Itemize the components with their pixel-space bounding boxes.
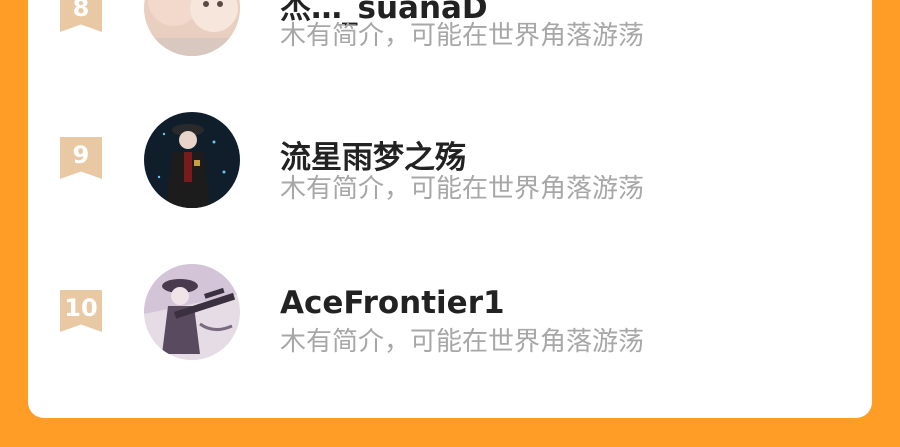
user-name[interactable]: AceFrontier1 <box>280 285 505 321</box>
baby-photo-avatar-icon <box>144 0 240 56</box>
rank-badge: 8 <box>60 0 102 32</box>
rank-badge: 10 <box>60 290 102 332</box>
ranking-list-card: 8 杰…_suanaD 木有简介，可能在世界角落游荡 9 流星雨梦之殇 木有简介… <box>28 0 872 418</box>
rank-number: 8 <box>72 0 90 22</box>
rank-number: 9 <box>72 141 90 169</box>
list-item[interactable]: 9 流星雨梦之殇 木有简介，可能在世界角落游荡 <box>28 110 872 210</box>
user-bio: 木有简介，可能在世界角落游荡 <box>280 327 645 357</box>
user-bio: 木有简介，可能在世界角落游荡 <box>280 174 645 204</box>
rank-number: 10 <box>64 294 98 322</box>
avatar[interactable] <box>144 264 240 360</box>
anime-gunner-avatar-icon <box>144 264 240 360</box>
avatar[interactable] <box>144 112 240 208</box>
anime-officer-avatar-icon <box>144 112 240 208</box>
rank-badge: 9 <box>60 137 102 179</box>
avatar[interactable] <box>144 0 240 56</box>
user-bio: 木有简介，可能在世界角落游荡 <box>280 21 645 51</box>
list-item[interactable]: 8 杰…_suanaD 木有简介，可能在世界角落游荡 <box>28 0 872 60</box>
list-item[interactable]: 10 AceFrontier1 木有简介，可能在世界角落游荡 <box>28 263 872 363</box>
